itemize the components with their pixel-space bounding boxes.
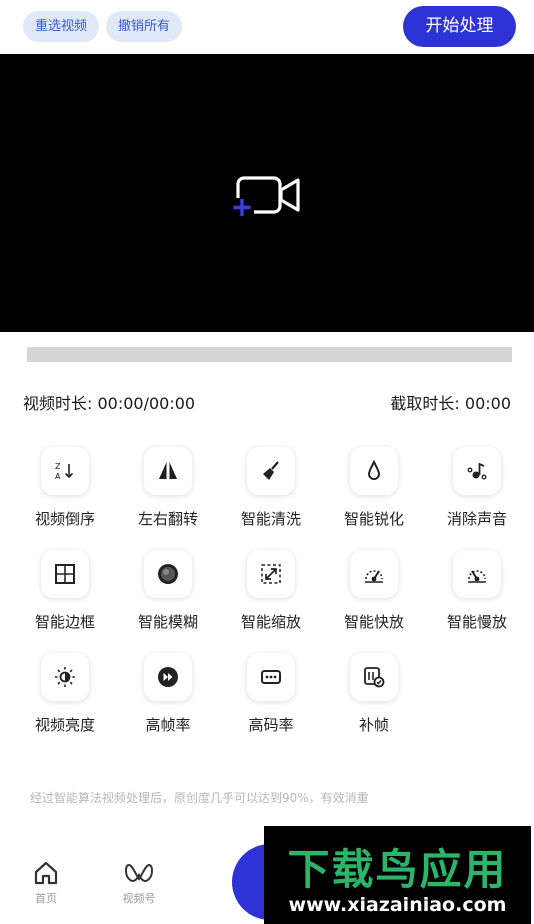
tool-label: 智能边框 — [34, 613, 95, 631]
fast-forward-icon — [144, 653, 192, 701]
mute-music-icon — [453, 447, 501, 495]
clip-duration: 截取时长: 00:00 — [390, 394, 511, 413]
tool-smart-fast[interactable]: 智能快放 — [322, 548, 426, 644]
tool-smart-blur[interactable]: 智能模糊 — [116, 548, 220, 644]
tool-smart-clean[interactable]: 智能清洗 — [219, 445, 323, 541]
speedometer-slow-icon — [453, 550, 501, 598]
bitrate-icon — [247, 653, 295, 701]
tool-label: 智能快放 — [343, 613, 404, 631]
tool-smart-slow[interactable]: 智能慢放 — [425, 548, 529, 644]
brightness-icon — [41, 653, 89, 701]
droplet-icon — [350, 447, 398, 495]
video-duration: 视频时长: 00:00/00:00 — [23, 394, 196, 413]
reverse-sort-icon: ZA — [41, 447, 89, 495]
flip-horizontal-icon — [144, 447, 192, 495]
processing-note: 经过智能算法视频处理后，原创度几乎可以达到90%，有效消重 — [30, 791, 369, 805]
tool-label: 补帧 — [358, 716, 389, 734]
watermark-title: 下载鸟应用 — [287, 845, 508, 894]
tool-label: 左右翻转 — [137, 510, 198, 528]
tool-video-reverse[interactable]: ZA 视频倒序 — [13, 445, 117, 541]
watermark-url: www.xiazainiao.com — [288, 894, 507, 916]
video-preview-area[interactable] — [0, 54, 534, 332]
broom-icon — [247, 447, 295, 495]
tool-label: 智能慢放 — [446, 613, 507, 631]
tool-label: 智能锐化 — [343, 510, 404, 528]
tool-label: 高帧率 — [145, 716, 191, 734]
tool-frame-interpolation[interactable]: 补帧 — [322, 651, 426, 747]
tool-smart-zoom[interactable]: 智能缩放 — [219, 548, 323, 644]
watermark-logo: 下载鸟应用 www.xiazainiao.com — [264, 826, 531, 924]
tool-label: 视频倒序 — [34, 510, 95, 528]
tool-video-brightness[interactable]: 视频亮度 — [13, 651, 117, 747]
timeline-track[interactable] — [27, 347, 512, 362]
tool-high-framerate[interactable]: 高帧率 — [116, 651, 220, 747]
nav-home-label: 首页 — [35, 892, 57, 905]
video-channel-icon — [124, 863, 154, 883]
home-icon — [34, 861, 58, 885]
border-grid-icon — [41, 550, 89, 598]
undo-all-button[interactable]: 撤销所有 — [106, 11, 183, 42]
tool-smart-border[interactable]: 智能边框 — [13, 548, 117, 644]
speedometer-fast-icon — [350, 550, 398, 598]
top-toolbar: 重选视频 撤销所有 开始处理 — [0, 0, 534, 54]
tool-label: 高码率 — [248, 716, 294, 734]
tool-label: 智能缩放 — [240, 613, 301, 631]
nav-video-label: 视频号 — [122, 892, 156, 905]
svg-text:A: A — [55, 472, 61, 481]
start-processing-button[interactable]: 开始处理 — [403, 6, 516, 47]
tool-label: 智能模糊 — [137, 613, 198, 631]
tool-flip-horizontal[interactable]: 左右翻转 — [116, 445, 220, 541]
add-video-icon[interactable] — [230, 172, 304, 220]
tool-label: 消除声音 — [446, 510, 507, 528]
nav-video-channel[interactable]: 视频号 — [109, 858, 169, 906]
tool-smart-sharpen[interactable]: 智能锐化 — [322, 445, 426, 541]
frame-fill-icon — [350, 653, 398, 701]
svg-text:Z: Z — [55, 462, 61, 471]
blur-circle-icon — [144, 550, 192, 598]
tool-label: 视频亮度 — [34, 716, 95, 734]
nav-home[interactable]: 首页 — [16, 858, 76, 906]
tool-high-bitrate[interactable]: 高码率 — [219, 651, 323, 747]
tool-label: 智能清洗 — [240, 510, 301, 528]
tool-remove-audio[interactable]: 消除声音 — [425, 445, 529, 541]
reselect-video-button[interactable]: 重选视频 — [23, 11, 100, 42]
zoom-expand-icon — [247, 550, 295, 598]
